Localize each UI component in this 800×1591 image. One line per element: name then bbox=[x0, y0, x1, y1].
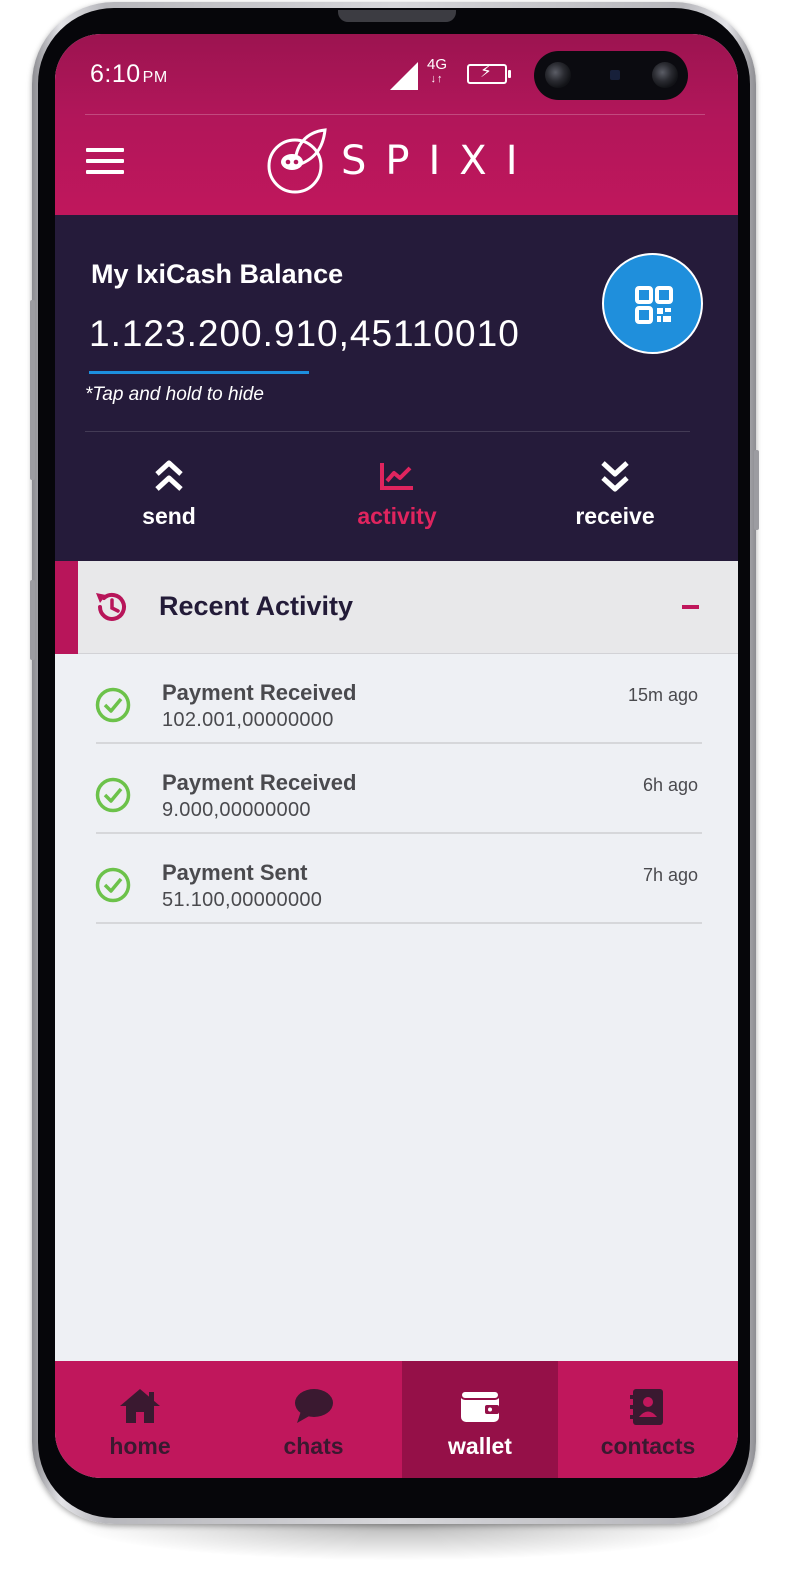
balance-hint: *Tap and hold to hide bbox=[85, 384, 264, 405]
camera-cutout bbox=[534, 51, 688, 100]
balance-card: My IxiCash Balance 1.123.200.910,4511001… bbox=[55, 215, 738, 561]
nav-item-chats[interactable]: chats bbox=[225, 1361, 402, 1478]
data-arrows-icon: ↓↑ bbox=[430, 73, 444, 85]
logo-text: SPIXI bbox=[341, 138, 537, 184]
signal-icon bbox=[390, 62, 418, 90]
spixi-logo: SPIXI bbox=[265, 126, 555, 196]
volume-button bbox=[30, 300, 35, 480]
nav-label-chats: chats bbox=[283, 1433, 344, 1459]
balance-underline bbox=[89, 371, 309, 374]
status-clock: 6:10 bbox=[90, 60, 141, 88]
front-camera-icon bbox=[545, 62, 571, 88]
hamburger-menu-icon[interactable] bbox=[86, 148, 124, 174]
app-screen: 6:10 PM 4G ↓↑ ⚡ SPIXI My IxiCash Balance… bbox=[55, 34, 738, 1478]
earpiece-speaker bbox=[338, 10, 456, 22]
transaction-type: Payment Received bbox=[162, 770, 357, 795]
top-header: 6:10 PM 4G ↓↑ ⚡ SPIXI bbox=[55, 34, 738, 215]
status-time: 6:10 PM bbox=[90, 60, 168, 89]
contacts-book-icon bbox=[630, 1389, 663, 1425]
send-label: send bbox=[142, 503, 196, 529]
power-button bbox=[754, 450, 759, 530]
transaction-type: Payment Sent bbox=[162, 860, 308, 885]
status-ampm: PM bbox=[142, 69, 168, 86]
network-indicator: 4G ↓↑ bbox=[427, 56, 448, 86]
transaction-row[interactable]: Payment Received 102.001,00000000 15m ag… bbox=[55, 654, 738, 744]
check-circle-icon bbox=[95, 867, 131, 903]
transaction-time: 15m ago bbox=[627, 685, 698, 705]
recent-activity-header[interactable]: Recent Activity bbox=[55, 561, 738, 654]
chart-icon bbox=[380, 463, 413, 490]
battery-icon: ⚡ bbox=[467, 62, 511, 84]
front-camera-2-icon bbox=[652, 62, 678, 88]
transaction-row[interactable]: Payment Sent 51.100,00000000 7h ago bbox=[55, 834, 738, 924]
section-accent-bar bbox=[55, 561, 78, 654]
check-circle-icon bbox=[95, 777, 131, 813]
nav-label-home: home bbox=[109, 1433, 171, 1459]
recent-activity-title: Recent Activity bbox=[159, 591, 354, 621]
spixi-logo-icon bbox=[267, 128, 327, 194]
header-divider bbox=[85, 114, 705, 115]
network-type: 4G bbox=[427, 56, 448, 73]
minus-icon[interactable] bbox=[682, 605, 699, 609]
receive-label: receive bbox=[575, 503, 655, 529]
nav-item-wallet[interactable]: wallet bbox=[402, 1361, 558, 1478]
transaction-list: Payment Received 102.001,00000000 15m ag… bbox=[55, 654, 738, 924]
bixby-button bbox=[30, 580, 35, 660]
bottom-nav: home chats wallet contacts bbox=[55, 1361, 738, 1478]
nav-item-home[interactable]: home bbox=[55, 1361, 225, 1478]
activity-label: activity bbox=[357, 503, 437, 529]
activity-button[interactable]: activity bbox=[322, 455, 472, 535]
double-chevron-down-icon bbox=[601, 461, 629, 492]
transaction-time: 6h ago bbox=[642, 775, 698, 795]
receive-button[interactable]: receive bbox=[540, 455, 690, 535]
qr-code-icon bbox=[635, 286, 673, 324]
nav-label-wallet: wallet bbox=[448, 1433, 512, 1459]
home-icon bbox=[120, 1389, 160, 1423]
qr-code-button[interactable] bbox=[602, 253, 703, 354]
transaction-amount: 9.000,00000000 bbox=[162, 799, 311, 821]
balance-title: My IxiCash Balance bbox=[91, 259, 344, 289]
history-icon bbox=[96, 592, 126, 621]
transaction-type: Payment Received bbox=[162, 680, 357, 705]
sensor-icon bbox=[610, 70, 620, 80]
double-chevron-up-icon bbox=[155, 460, 183, 491]
row-divider bbox=[96, 922, 702, 924]
nav-label-contacts: contacts bbox=[600, 1433, 696, 1459]
card-divider bbox=[85, 431, 690, 432]
balance-amount[interactable]: 1.123.200.910,45110010 bbox=[89, 313, 520, 355]
wallet-icon bbox=[460, 1390, 500, 1422]
chat-bubble-icon bbox=[294, 1389, 333, 1423]
transaction-amount: 102.001,00000000 bbox=[162, 709, 334, 731]
send-button[interactable]: send bbox=[94, 455, 244, 535]
transaction-amount: 51.100,00000000 bbox=[162, 889, 323, 911]
charging-icon: ⚡ bbox=[480, 62, 492, 81]
transaction-row[interactable]: Payment Received 9.000,00000000 6h ago bbox=[55, 744, 738, 834]
transaction-time: 7h ago bbox=[642, 865, 698, 885]
nav-item-contacts[interactable]: contacts bbox=[558, 1361, 738, 1478]
check-circle-icon bbox=[95, 687, 131, 723]
